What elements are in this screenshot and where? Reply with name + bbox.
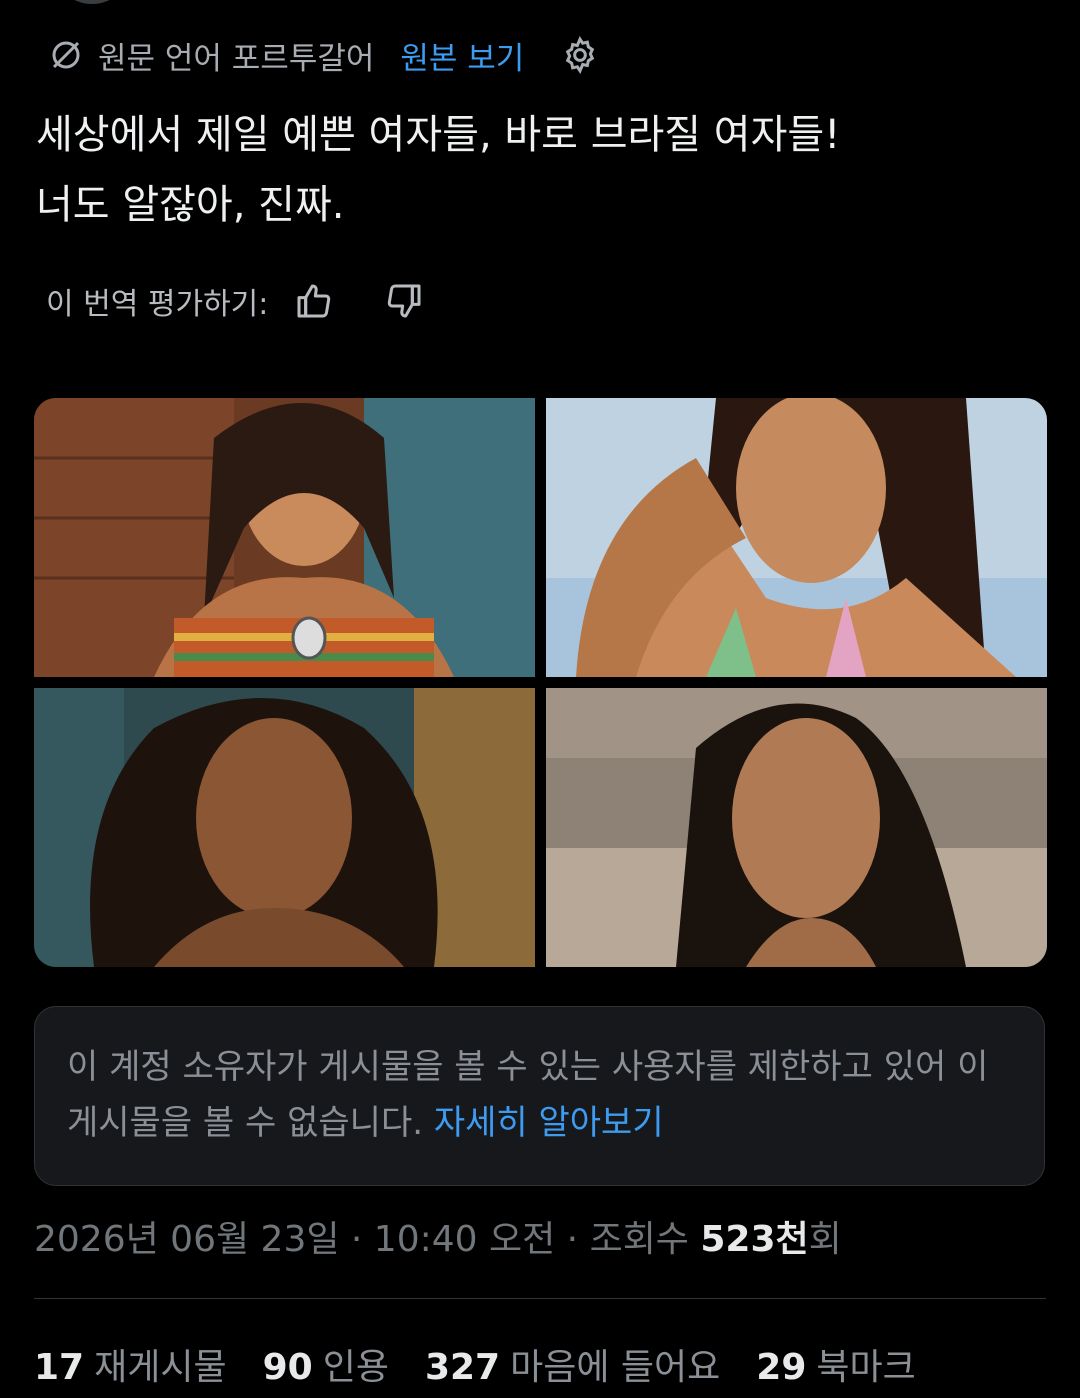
globe-off-icon [52,41,80,69]
translation-rating: 이 번역 평가하기: [46,276,474,326]
learn-more-link[interactable]: 자세히 알아보기 [434,1103,664,1143]
tweet-text: 세상에서 제일 예쁜 여자들, 바로 브라질 여자들! 너도 알잖아, 진짜. [36,100,1046,240]
tweet-text-line: 세상에서 제일 예쁜 여자들, 바로 브라질 여자들! [36,112,841,158]
stat-label: 인용 [322,1347,389,1388]
stat-count: 29 [756,1347,807,1388]
source-language-label: 원문 언어 포르투갈어 [98,40,375,77]
show-original-link[interactable]: 원본 보기 [400,33,524,78]
stat-count: 17 [34,1347,85,1388]
photo-3[interactable] [34,688,535,967]
post-datetime[interactable]: 2026년 06월 23일 · 10:40 오전 · 조회수 [34,1219,700,1260]
photo-2[interactable] [546,398,1047,677]
thumbs-down-icon[interactable] [384,281,424,321]
avatar[interactable] [52,0,132,4]
thumbs-up-icon[interactable] [294,281,334,321]
photo-1[interactable] [34,398,535,677]
likes-stat[interactable]: 327 마음에 들어요 [425,1338,720,1390]
stat-count: 90 [262,1347,313,1388]
post-meta: 2026년 06월 23일 · 10:40 오전 · 조회수 523천회 [34,1210,842,1266]
quotes-stat[interactable]: 90 인용 [263,1338,389,1390]
stat-count: 327 [424,1347,501,1388]
views-count: 523천 [700,1219,809,1260]
bookmarks-stat[interactable]: 29 북마크 [756,1338,915,1390]
restriction-notice: 이 계정 소유자가 게시물을 볼 수 있는 사용자를 제한하고 있어 이 게시물… [34,1006,1045,1186]
reposts-stat[interactable]: 17 재게시물 [34,1338,227,1390]
media-grid [34,398,1047,967]
tweet-text-line: 너도 알잖아, 진짜. [36,182,345,228]
stat-label: 재게시물 [94,1347,227,1388]
gear-icon[interactable] [560,35,600,75]
stat-label: 마음에 들어요 [510,1347,721,1388]
divider [34,1298,1046,1299]
stat-label: 북마크 [816,1347,916,1388]
photo-4[interactable] [546,688,1047,967]
engagement-stats: 17 재게시물 90 인용 327 마음에 들어요 29 북마크 [34,1336,952,1392]
views-suffix: 회 [808,1219,842,1260]
translation-bar: 원문 언어 포르투갈어 원본 보기 [48,32,600,78]
rating-label: 이 번역 평가하기: [46,287,269,322]
